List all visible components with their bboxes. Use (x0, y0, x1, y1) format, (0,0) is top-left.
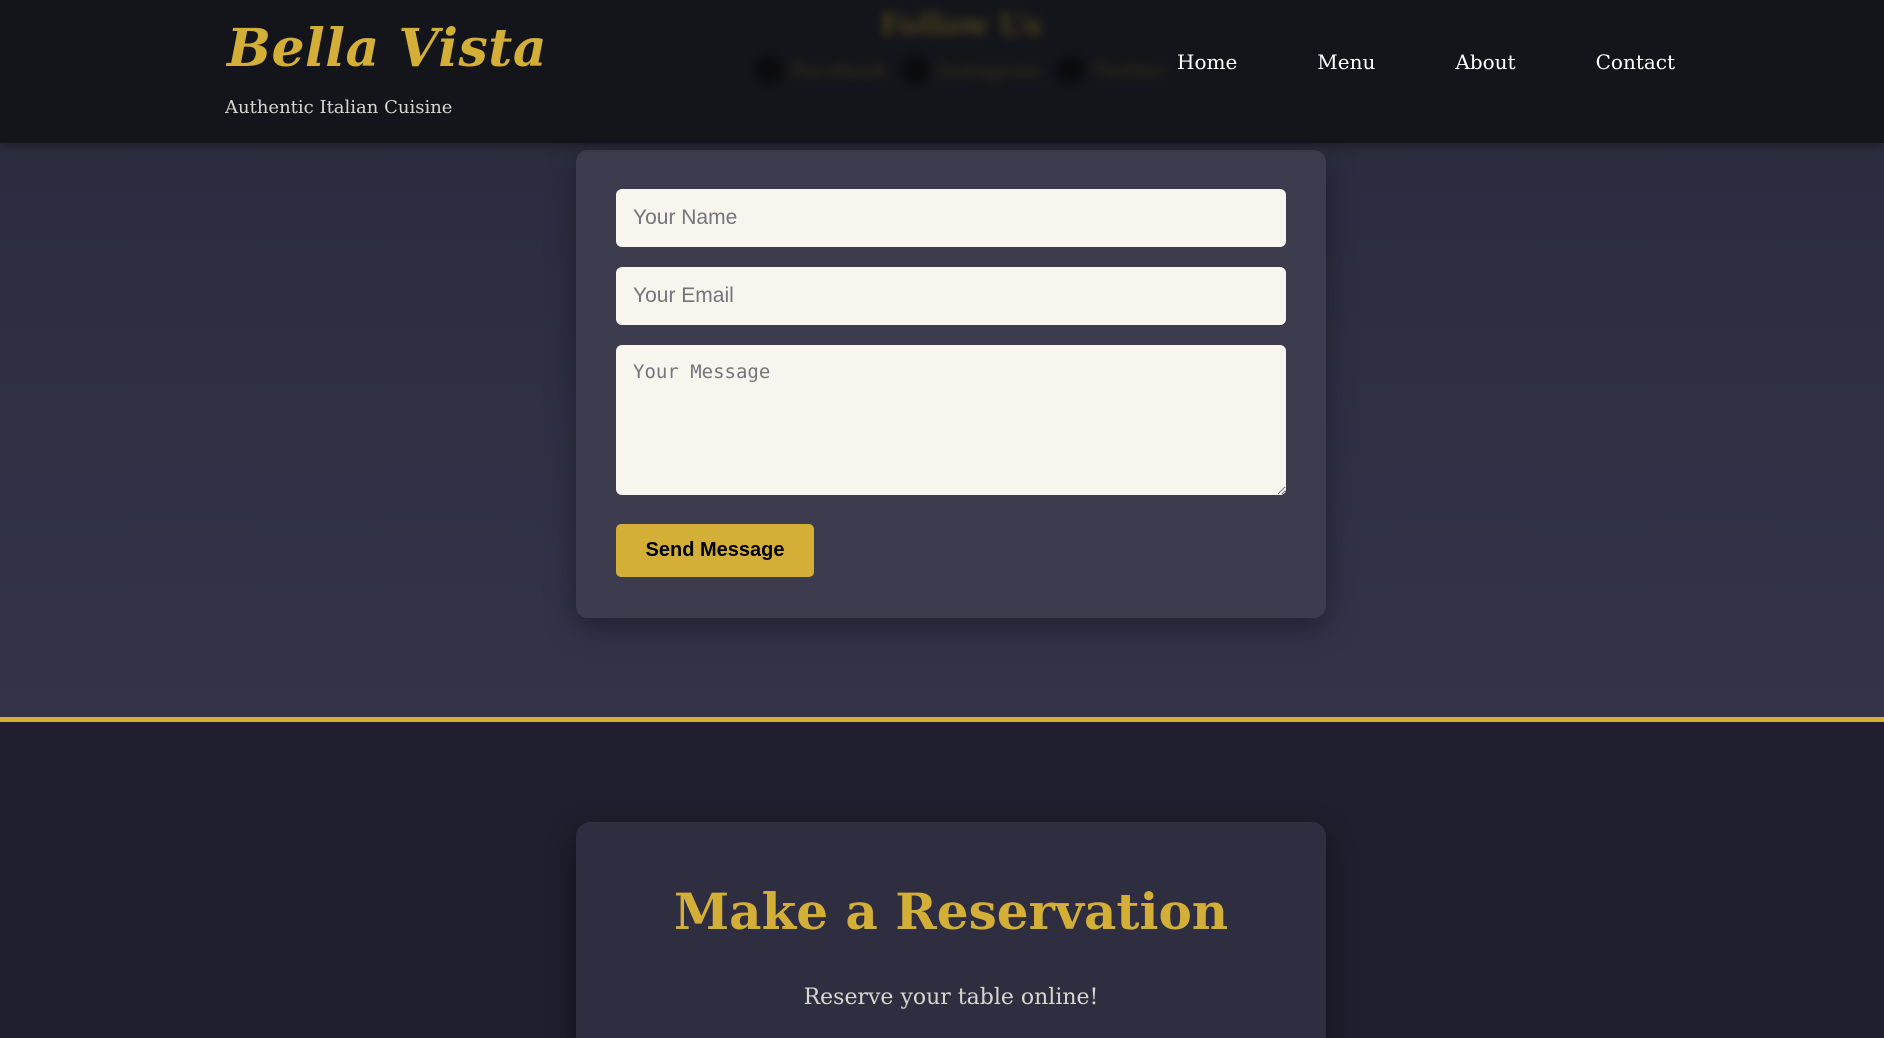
follow-us-overlay: Follow Us Facebook Instagram Twitter (750, 6, 1165, 96)
social-links: Facebook Instagram Twitter (755, 56, 1165, 84)
facebook-icon (755, 56, 783, 84)
nav-item-menu[interactable]: Menu (1317, 50, 1375, 74)
brand-tagline: Authentic Italian Cuisine (225, 97, 453, 118)
reservation-card: Make a Reservation Reserve your table on… (576, 822, 1326, 1038)
send-message-button[interactable]: Send Message (616, 524, 814, 577)
name-input[interactable] (616, 189, 1286, 247)
main-nav: Home Menu About Contact (1177, 50, 1675, 74)
email-input[interactable] (616, 267, 1286, 325)
social-link-facebook: Facebook (755, 56, 887, 84)
social-link-instagram: Instagram (901, 56, 1042, 84)
nav-item-home[interactable]: Home (1177, 50, 1237, 74)
twitter-icon (1055, 56, 1084, 84)
reservation-section: Make a Reservation Reserve your table on… (0, 722, 1884, 1038)
reservation-title: Make a Reservation (673, 882, 1229, 941)
site-header: Bella Vista Authentic Italian Cuisine Fo… (0, 0, 1884, 143)
social-link-label: Instagram (937, 58, 1042, 82)
follow-us-title: Follow Us (880, 8, 1042, 43)
social-link-label: Twitter (1091, 58, 1166, 82)
message-textarea[interactable] (616, 345, 1286, 495)
nav-item-about[interactable]: About (1455, 50, 1515, 74)
nav-item-contact[interactable]: Contact (1596, 50, 1675, 74)
contact-section: Send Message (0, 143, 1884, 717)
brand-logo[interactable]: Bella Vista (227, 18, 547, 79)
contact-form: Send Message (576, 150, 1326, 618)
social-link-twitter: Twitter (1055, 56, 1166, 84)
reservation-subtitle: Reserve your table online! (803, 985, 1099, 1010)
instagram-icon (901, 56, 930, 84)
social-link-label: Facebook (791, 58, 888, 82)
